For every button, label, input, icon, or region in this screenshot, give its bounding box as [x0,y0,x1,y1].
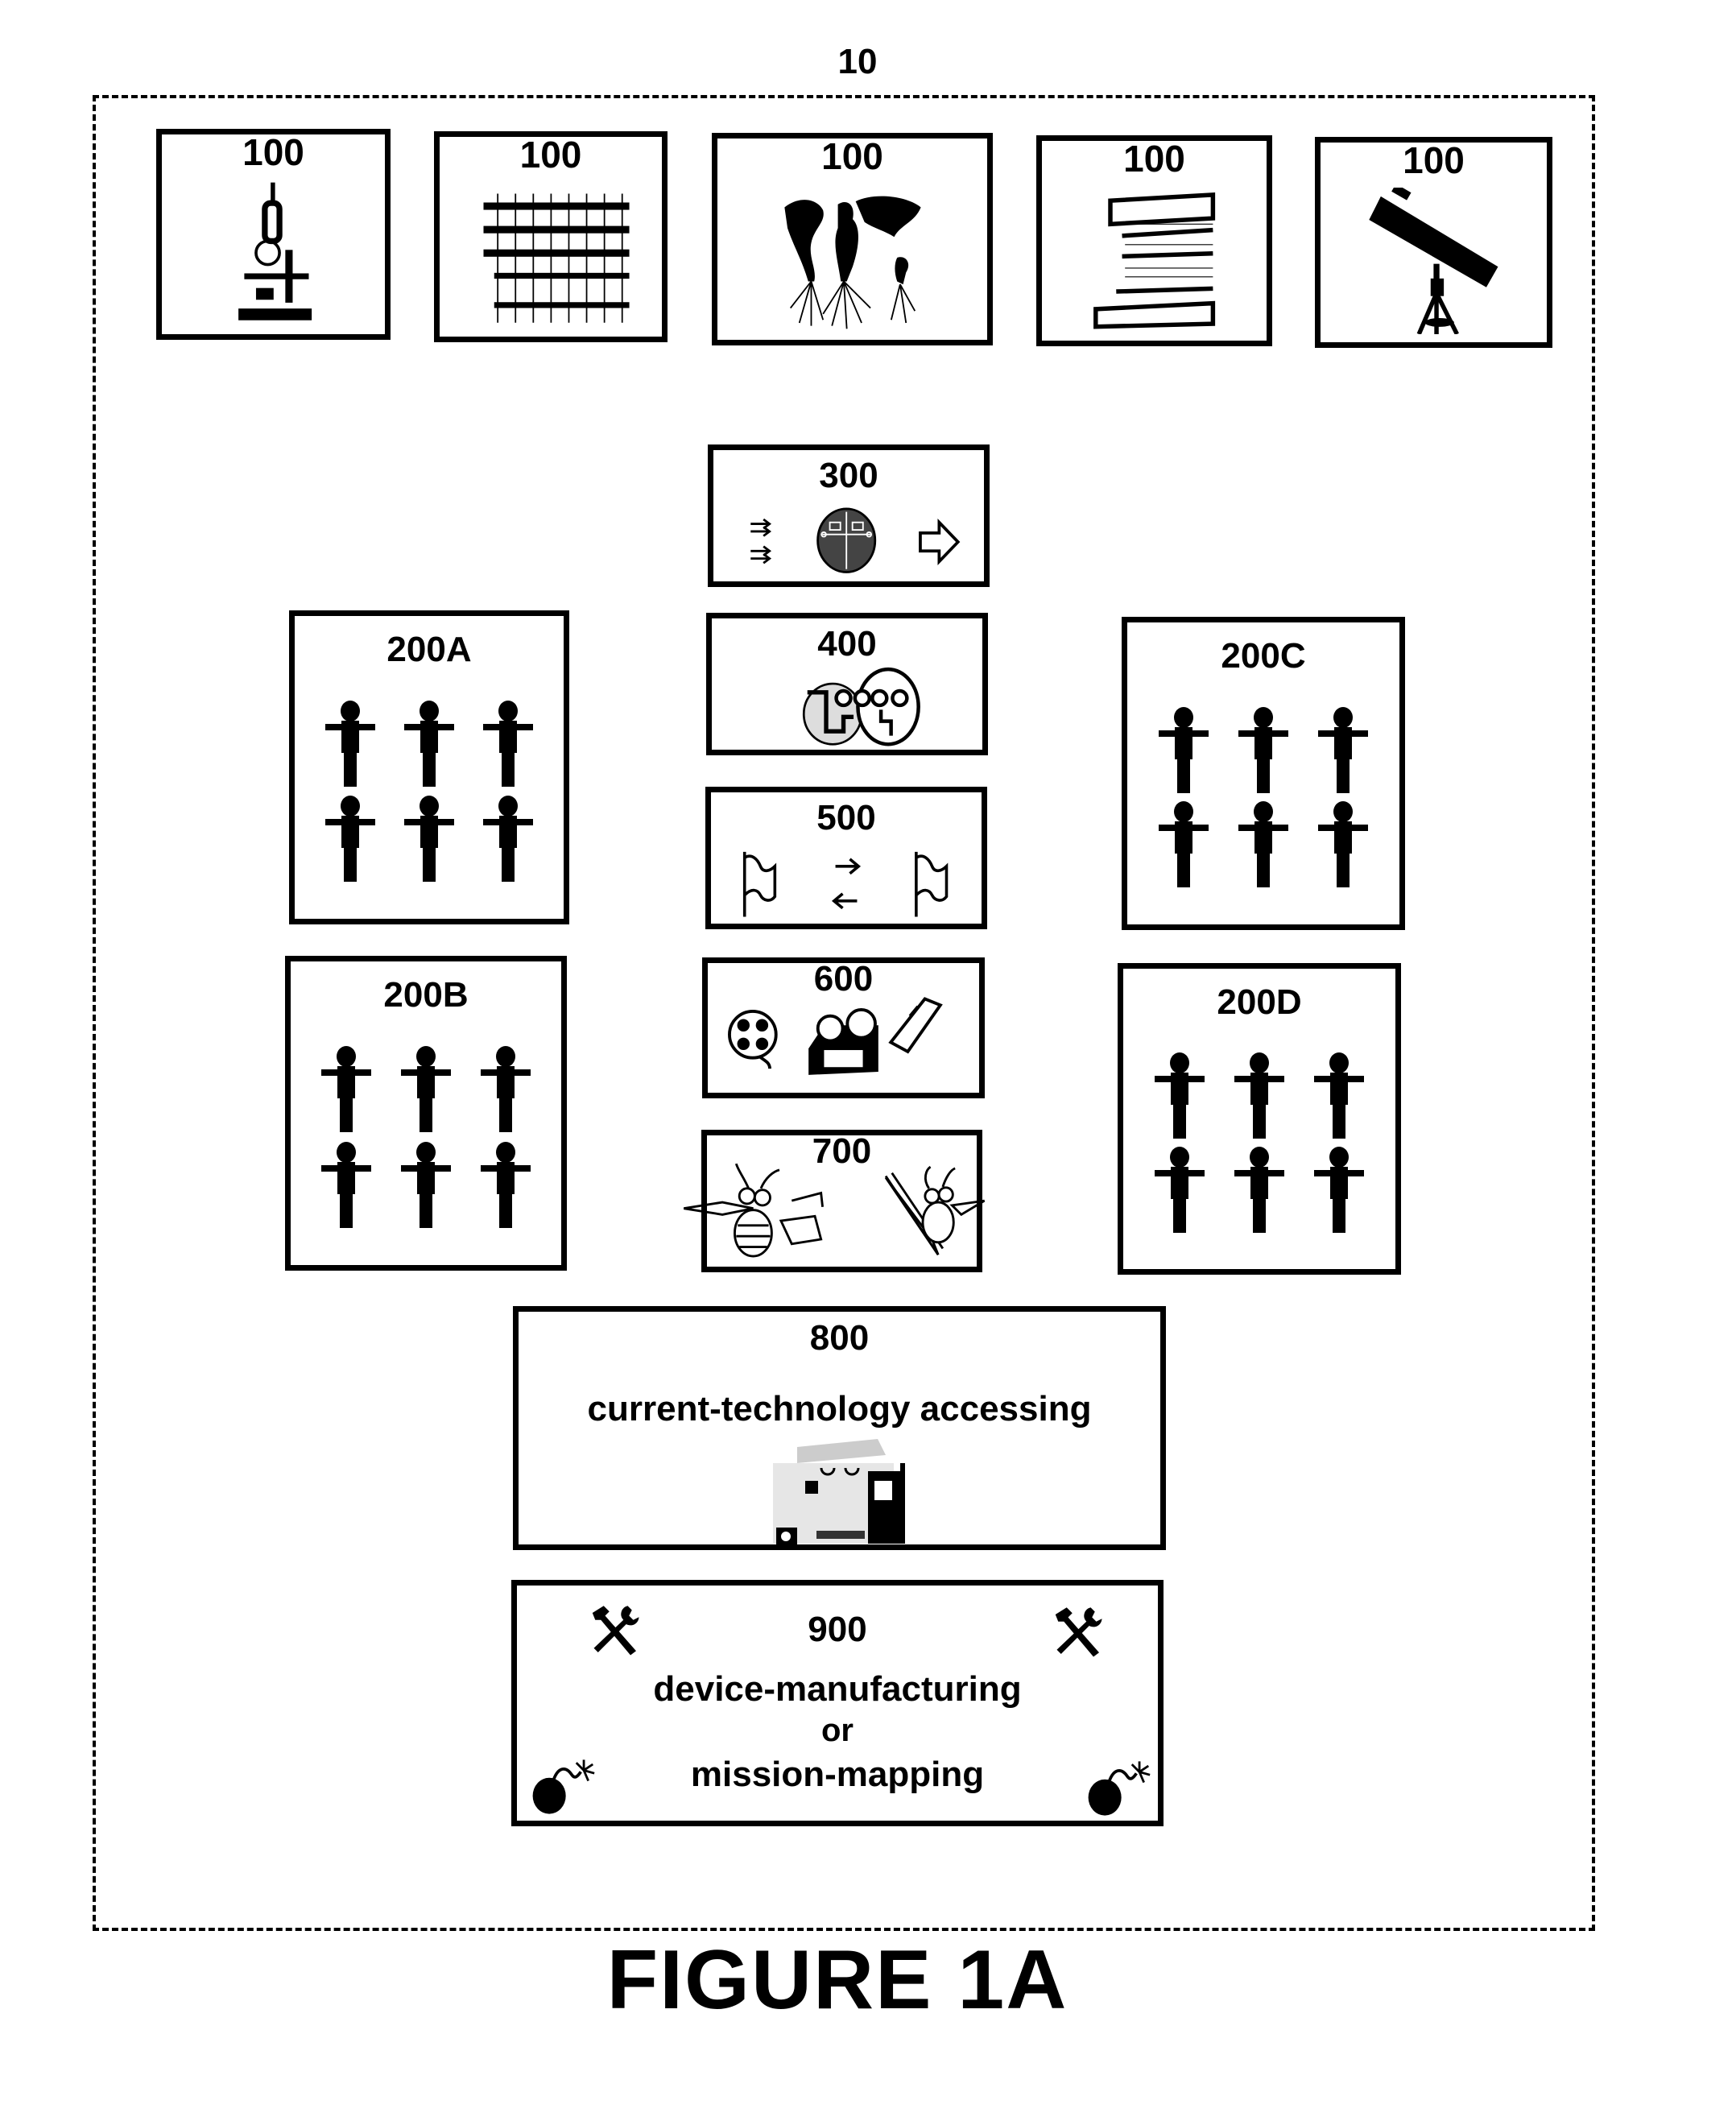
group-200d: 200D [1118,963,1401,1275]
person-icon [1231,1146,1288,1234]
bee-with-paper-icon [684,1163,824,1258]
handheld-device-icon [888,997,943,1054]
person-icon [480,700,536,788]
box-900-line3: mission-mapping [690,1755,985,1794]
person-icon [1151,1146,1208,1234]
people-grid [1139,1049,1378,1237]
person-icon [401,795,457,883]
box-300-icons [750,507,961,573]
bomb-icon [1084,1758,1151,1819]
person-icon [318,1045,374,1134]
resource-box-books: 100 [1036,135,1272,346]
box-reference-label: 100 [1403,139,1465,181]
person-icon [1311,1146,1367,1234]
person-icon [318,1141,374,1230]
box-400: 400 [706,613,988,755]
group-200c: 200C [1122,617,1405,930]
box-reference-label: 500 [816,798,876,837]
person-icon [322,795,378,883]
person-icon [477,1141,534,1230]
books-stack-icon [1093,192,1216,329]
box-reference-label: 900 [808,1610,867,1649]
box-reference-label: 300 [819,456,878,495]
exchange-arrows-icon [831,858,862,910]
faces-with-glasses-icon [802,667,920,746]
person-icon [1235,800,1292,889]
box-900: 900 device-manufacturing or mission-mapp… [511,1580,1164,1826]
box-700-icons [684,1163,986,1258]
group-reference-label: 200B [383,975,469,1015]
group-200a: 200A [289,610,569,924]
telescope-icon [1369,188,1498,334]
person-icon [1235,706,1292,795]
box-900-line1: device-manufacturing [653,1669,1022,1709]
person-icon [1315,706,1371,795]
box-800-label: current-technology accessing [587,1389,1092,1428]
right-arrow-icon [919,519,961,566]
box-600-icons [728,997,943,1075]
bee-with-pencil-icon [884,1165,986,1255]
group-reference-label: 200C [1221,636,1306,676]
person-icon [1155,706,1212,795]
box-reference-label: 100 [821,135,883,177]
person-icon [1231,1052,1288,1140]
circuit-globe-icon [816,507,877,573]
resource-box-telescope: 100 [1315,137,1552,348]
box-700: 700 [684,1130,986,1272]
resource-box-document: 100 [434,131,668,342]
people-grid [1143,703,1383,892]
flag-icon [742,851,777,917]
box-reference-label: 800 [809,1318,870,1358]
person-icon [398,1045,454,1134]
resource-box-world: 100 [712,133,993,345]
box-800: 800 current-technology accessing [513,1306,1166,1550]
people-grid [307,1042,545,1233]
box-600: 600 [702,957,985,1098]
flag-icon [915,851,949,917]
box-500: 500 [705,787,987,929]
microscope-icon [238,182,312,320]
person-icon [477,1045,534,1134]
box-300: 300 [708,444,990,587]
text-document-icon [483,193,630,323]
people-grid [311,697,548,887]
person-icon [480,795,536,883]
world-map-roots-icon [783,196,921,329]
box-reference-label: 400 [817,624,877,664]
film-reel-icon [728,1009,778,1069]
person-icon [1311,1052,1367,1140]
box-reference-label: 100 [1123,138,1185,180]
person-icon [398,1141,454,1230]
person-icon [1151,1052,1208,1140]
person-icon [322,700,378,788]
person-icon [1315,800,1371,889]
box-reference-label: 100 [519,134,582,176]
system-reference-label: 10 [837,42,878,81]
person-icon [401,700,457,788]
figure-caption: FIGURE 1A [606,1933,1068,2027]
bomb-icon [528,1756,596,1817]
person-icon [1155,800,1212,889]
projector-icon [808,1008,878,1075]
box-reference-label: 100 [242,131,304,173]
group-200b: 200B [285,956,567,1271]
technology-collage-icon [773,1439,905,1545]
resource-box-microscope: 100 [156,129,391,340]
group-reference-label: 200D [1217,982,1302,1022]
group-reference-label: 200A [386,630,472,669]
box-500-icons [742,851,949,917]
double-arrows-icon [750,518,772,564]
box-900-line2: or [821,1713,854,1748]
